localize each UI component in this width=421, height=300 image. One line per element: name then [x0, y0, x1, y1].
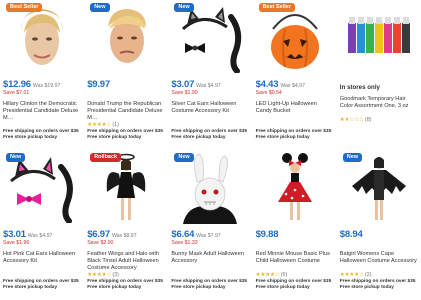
product-image[interactable]: New	[3, 150, 81, 226]
save-amount: Save $0.54	[255, 90, 282, 96]
product-card[interactable]: New $8.94 Batgirl Womens Cape Halloween …	[337, 150, 421, 300]
product-card[interactable]: Best Seller $4.43 Was $4.97 Save $0.54 LE…	[253, 0, 337, 150]
product-price: $3.01 Was $4.97	[3, 229, 53, 240]
rating-stars	[3, 272, 81, 279]
rating-stars: ★★★★☆(1)	[87, 122, 119, 128]
bunny-mask-icon	[183, 153, 238, 224]
product-title-link[interactable]: Bunny Mask Adult Halloween Accessory	[171, 251, 249, 272]
badge-rollback: Rollback	[90, 153, 122, 162]
pickup-info: Free store pickup today	[255, 285, 310, 290]
pickup-info: Free store pickup today	[171, 135, 226, 140]
product-card[interactable]: New $3.07 Was $4.97 Save $1.90 Silver Cat…	[168, 0, 252, 150]
product-price: $4.43 Was $4.97	[255, 79, 305, 90]
product-image[interactable]	[256, 150, 334, 226]
product-price: $9.97	[87, 79, 110, 90]
badge-best-seller: Best Seller	[6, 3, 43, 12]
product-title-link[interactable]: Goodmark Temporary Hair Color Assortment…	[340, 96, 418, 117]
save-amount	[340, 240, 418, 246]
product-title-link[interactable]: Silver Cat Ears Halloween Costume Access…	[171, 101, 249, 122]
product-title-link[interactable]: Red Minnie Mouse Basic Plus Child Hallow…	[256, 251, 334, 272]
product-price: $8.94	[339, 229, 363, 240]
product-grid: Best Seller $12.96 Was $19.97 Save $7.01 …	[0, 0, 421, 300]
product-title-link[interactable]: Hot Pink Cat Ears Halloween Accessory Ki…	[3, 251, 81, 272]
was-price: Was $8.97	[111, 233, 137, 239]
pickup-info: Free store pickup today	[87, 135, 142, 140]
badge-new: New	[174, 153, 194, 162]
product-card[interactable]: New $6.64 Was $7.97 Save $1.33 Bunny Mask…	[168, 150, 252, 300]
save-amount	[87, 90, 165, 96]
product-title-link[interactable]: Feather Wings and Halo with Black Tinsel…	[87, 251, 165, 272]
product-title-link[interactable]: LED Light-Up Halloween Candy Bucket	[256, 101, 334, 122]
was-price: Was $7.97	[196, 233, 221, 239]
product-card[interactable]: New $3.01 Was $4.97 Save $1.96 Hot Pink C…	[0, 150, 84, 300]
rating-stars: ★★★★☆(6)	[255, 272, 288, 278]
pumpkin-bucket-icon	[270, 14, 319, 69]
product-card[interactable]: Rollback $6.97 Was $8.97 Save $2.00 Feath…	[84, 150, 168, 300]
product-image[interactable]: Best Seller	[3, 0, 81, 76]
rating-stars: ★★★★☆(3)	[87, 272, 119, 278]
feather-wings-halo-icon	[107, 153, 146, 220]
was-price: Was $4.97	[196, 83, 221, 89]
product-image[interactable]: New	[171, 0, 249, 76]
product-card[interactable]: Best Seller $12.96 Was $19.97 Save $7.01 …	[0, 0, 84, 150]
pickup-info: Free store pickup today	[339, 285, 394, 290]
hair-color-cans-icon	[347, 17, 410, 53]
save-amount	[256, 240, 334, 246]
hillary-mask-icon	[21, 9, 63, 65]
product-card[interactable]: New $9.97 Donald Trump the Republican Pr…	[84, 0, 168, 150]
in-stores-only-label: In stores only	[339, 84, 380, 91]
pickup-info: Free store pickup today	[3, 135, 58, 140]
save-amount: Save $2.00	[87, 240, 114, 246]
rating-stars	[3, 122, 81, 129]
product-title-link[interactable]: Donald Trump the Republican Presidential…	[87, 101, 165, 122]
product-image[interactable]: New	[171, 150, 249, 226]
rating-stars: ★★★★☆(2)	[339, 272, 372, 278]
product-image[interactable]	[340, 0, 418, 76]
pickup-info: Free store pickup today	[87, 285, 142, 290]
product-price: $3.07 Was $4.97	[171, 79, 221, 90]
pickup-info: Free store pickup today	[171, 285, 226, 290]
save-amount: Save $7.01	[3, 90, 30, 96]
product-title-link[interactable]: Batgirl Womens Cape Halloween Costume Ac…	[340, 251, 418, 272]
minnie-costume-icon	[277, 153, 312, 220]
pickup-info: Free store pickup today	[255, 135, 310, 140]
product-card[interactable]: In stores only Goodmark Temporary Hair C…	[337, 0, 421, 150]
product-image[interactable]: New	[87, 0, 165, 76]
was-price: Was $4.97	[280, 83, 305, 89]
product-image[interactable]: New	[340, 150, 418, 226]
badge-new: New	[342, 153, 363, 162]
cat-ears-kit-icon	[182, 7, 242, 73]
pink-cat-ears-kit-icon	[10, 157, 73, 223]
trump-mask-icon	[108, 9, 147, 63]
save-amount: Save $1.96	[3, 240, 30, 246]
badge-new: New	[174, 3, 194, 12]
save-amount: Save $1.90	[171, 90, 198, 96]
was-price: Was $4.97	[27, 233, 53, 239]
rating-stars	[171, 272, 249, 279]
rating-stars	[171, 122, 249, 129]
product-price: $12.96 Was $19.97	[3, 79, 61, 90]
batgirl-cape-icon	[351, 157, 406, 220]
save-amount: Save $1.33	[171, 240, 198, 246]
product-card[interactable]: $9.88 Red Minnie Mouse Basic Plus Child …	[253, 150, 337, 300]
product-title-link[interactable]: Hillary Clinton the Democratic President…	[3, 101, 81, 122]
badge-best-seller: Best Seller	[258, 3, 295, 12]
rating-stars: ★★☆☆☆(8)	[339, 117, 372, 123]
product-image[interactable]: Rollback	[87, 150, 165, 226]
badge-new: New	[6, 153, 26, 162]
rating-stars	[256, 122, 334, 129]
badge-new: New	[90, 3, 110, 12]
product-price: $6.64 Was $7.97	[171, 229, 221, 240]
product-price: $6.97 Was $8.97	[87, 229, 137, 240]
pickup-info: Free store pickup today	[3, 285, 58, 290]
product-image[interactable]: Best Seller	[256, 0, 334, 76]
product-price: $9.88	[255, 229, 279, 240]
was-price: Was $19.97	[32, 83, 61, 89]
